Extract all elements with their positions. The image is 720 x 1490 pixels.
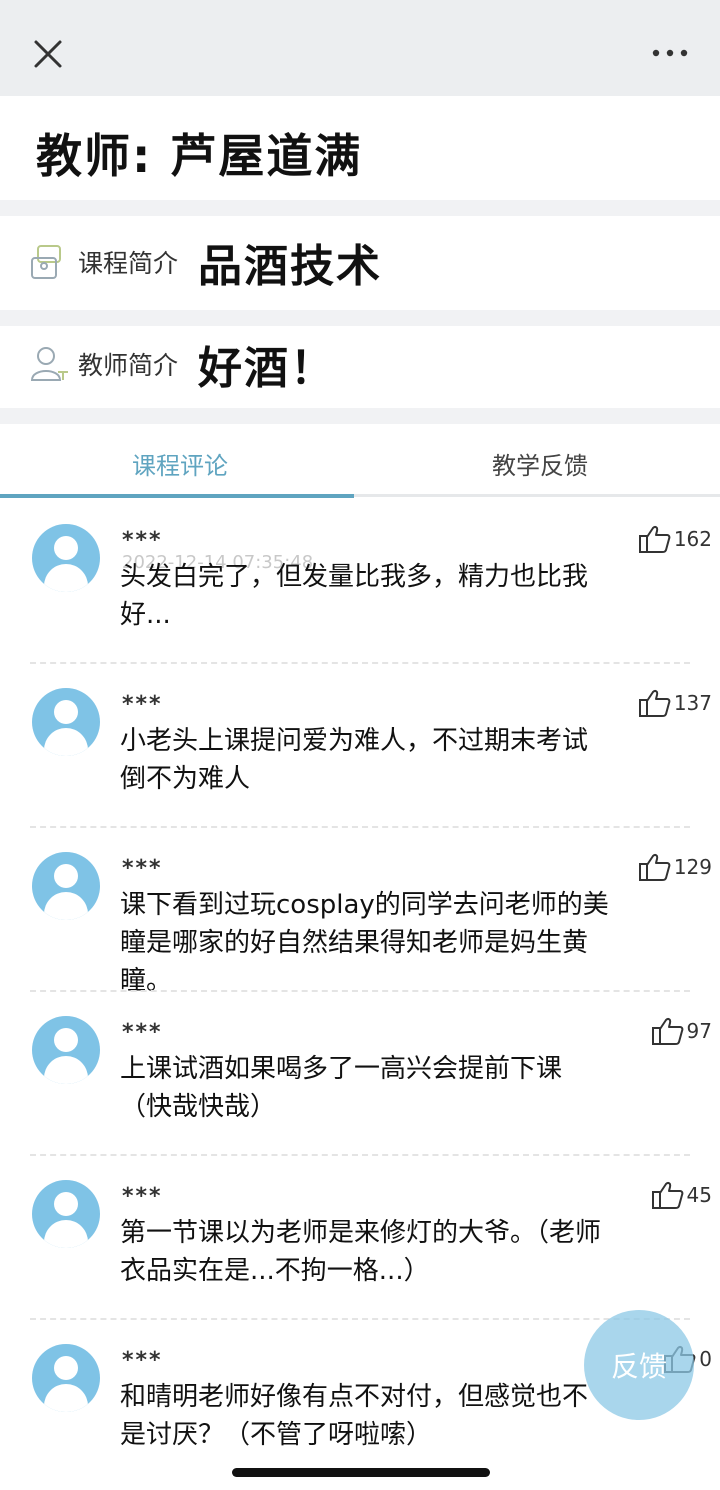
teacher-intro-row: 教师简介 好酒！ — [28, 334, 336, 394]
course-intro-row: 课程简介 品酒技术 — [28, 232, 382, 292]
avatar — [32, 852, 100, 920]
comment-author: *** — [122, 528, 163, 553]
like-count: 97 — [686, 1019, 712, 1043]
teacher-intro-band: 教师简介 好酒！ — [0, 326, 720, 408]
comment-text: 第一节课以为老师是来修灯的大爷。（老师衣品实在是...不拘一格...） — [120, 1218, 602, 1286]
tab-bar: 课程评论 教学反馈 — [0, 424, 720, 498]
comment-text: 课下看到过玩cosplay的同学去问老师的美瞳是哪家的好自然结果得知老师是妈生黄… — [120, 890, 609, 996]
thumbs-up-icon — [638, 526, 671, 553]
avatar — [32, 1016, 100, 1084]
comment-item[interactable]: *** 课下看到过玩cosplay的同学去问老师的美瞳是哪家的好自然结果得知老师是… — [0, 828, 720, 996]
tab-indicator — [0, 494, 354, 498]
more-icon[interactable] — [650, 40, 690, 66]
like-button[interactable]: 45 — [651, 1180, 712, 1210]
comment-item[interactable]: *** 上课试酒如果喝多了一高兴会提前下课（快哉快哉） 97 — [0, 992, 720, 1156]
comment-item[interactable]: *** 小老头上课提问爱为难人，不过期末考试倒不为难人 137 — [0, 664, 720, 828]
avatar-head — [54, 864, 78, 888]
comment-text: 小老头上课提问爱为难人，不过期末考试倒不为难人 — [120, 726, 589, 794]
feedback-button[interactable]: 反馈 — [584, 1310, 694, 1420]
like-button[interactable]: 137 — [638, 688, 712, 718]
teacher-intro-label: 教师简介 — [78, 351, 179, 380]
like-button[interactable]: 162 — [638, 524, 712, 554]
avatar-shoulders — [44, 564, 88, 592]
avatar-head — [54, 536, 78, 560]
avatar-head — [54, 700, 78, 724]
thumbs-up-icon — [651, 1018, 683, 1045]
user-icon — [30, 347, 68, 381]
like-count: 129 — [673, 855, 712, 879]
like-count: 162 — [673, 527, 712, 551]
course-intro-band: 课程简介 品酒技术 — [0, 216, 720, 310]
avatar-shoulders — [44, 1220, 88, 1248]
like-count: 45 — [686, 1183, 712, 1207]
avatar — [32, 1180, 100, 1248]
avatar — [32, 1344, 100, 1412]
comment-author: *** — [122, 692, 163, 717]
comment-text: 和晴明老师好像有点不对付，但感觉也不是讨厌？（不管了呀啦嗦） — [120, 1382, 589, 1450]
thumbs-up-icon — [638, 690, 671, 717]
thumbs-up-icon — [651, 1182, 683, 1209]
avatar — [32, 688, 100, 756]
comment-author: *** — [122, 856, 163, 881]
avatar-shoulders — [44, 892, 88, 920]
avatar-head — [54, 1192, 78, 1216]
comment-author: *** — [122, 1184, 163, 1209]
comment-author: *** — [122, 1348, 163, 1373]
comment-item[interactable]: *** 2022-12-14 07:35:48 头发白完了，但发量比我多，精力也比我… — [0, 500, 720, 664]
avatar-shoulders — [44, 1056, 88, 1084]
teacher-band: 教师: 芦屋道满 — [0, 96, 720, 200]
like-count: 137 — [673, 691, 712, 715]
thumbs-up-icon — [638, 854, 671, 881]
comment-author: *** — [122, 1020, 163, 1045]
teacher-intro-value: 好酒！ — [198, 343, 336, 394]
avatar-shoulders — [44, 1384, 88, 1412]
section-separator — [0, 408, 720, 424]
like-button[interactable]: 97 — [651, 1016, 712, 1046]
like-button[interactable]: 129 — [638, 852, 712, 882]
course-intro-label: 课程简介 — [78, 249, 179, 278]
comment-text: 上课试酒如果喝多了一高兴会提前下课（快哉快哉） — [120, 1054, 563, 1122]
close-icon[interactable] — [30, 36, 66, 72]
avatar-head — [54, 1028, 78, 1052]
teacher-title: 教师: 芦屋道满 — [36, 129, 363, 183]
avatar-head — [54, 1356, 78, 1380]
section-separator — [0, 310, 720, 326]
top-bar — [0, 0, 720, 96]
avatar — [32, 524, 100, 592]
comment-item[interactable]: *** 第一节课以为老师是来修灯的大爷。（老师衣品实在是...不拘一格...） 45 — [0, 1156, 720, 1320]
home-indicator — [232, 1468, 490, 1477]
course-icon — [31, 245, 61, 279]
tab-course-comments[interactable]: 课程评论 — [0, 446, 360, 481]
course-intro-value: 品酒技术 — [198, 241, 382, 292]
like-count: 0 — [699, 1347, 712, 1371]
comment-text: 头发白完了，但发量比我多，精力也比我好... — [120, 562, 589, 630]
section-separator — [0, 200, 720, 216]
tab-teaching-feedback[interactable]: 教学反馈 — [360, 446, 720, 481]
avatar-shoulders — [44, 728, 88, 756]
